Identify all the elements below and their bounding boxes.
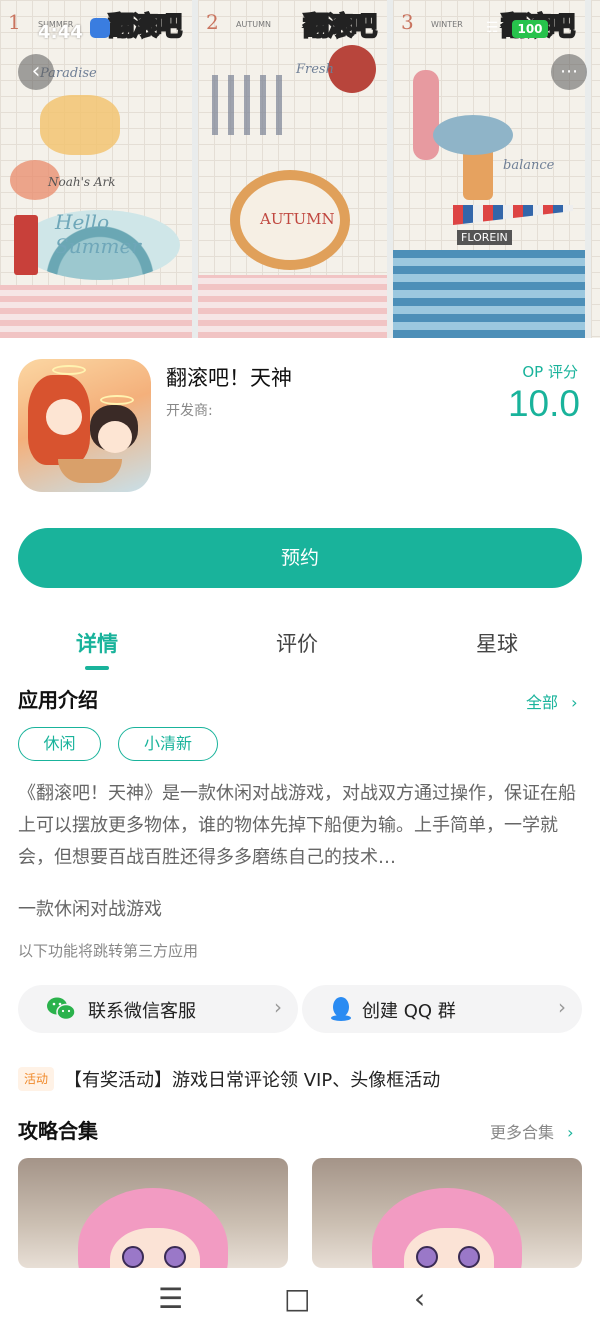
app-brief: 一款休闲对战游戏 <box>18 899 162 920</box>
art-caption: FLOREIN <box>457 230 512 245</box>
game-logo: 翻滚吧 <box>107 11 183 43</box>
intro-title: 应用介绍 <box>18 688 98 712</box>
reserve-button[interactable]: 预约 <box>18 528 582 588</box>
back-icon[interactable]: ‹ <box>414 1282 425 1315</box>
halo-art <box>52 365 86 375</box>
guides-title: 攻略合集 <box>18 1119 98 1143</box>
ocean-art <box>393 250 585 338</box>
chevron-right-icon: › <box>274 995 282 1019</box>
flower-art <box>328 45 376 93</box>
screenshot-season: AUTUMN <box>236 20 271 29</box>
home-icon[interactable]: □ <box>284 1282 310 1315</box>
app-score: 10.0 <box>507 383 580 424</box>
menu-icon[interactable]: ☰ <box>158 1282 183 1315</box>
intro-all-label: 全部 <box>526 693 559 712</box>
art-caption: AUTUMN <box>260 210 335 228</box>
character-eye-art <box>122 1246 144 1268</box>
feather-art <box>212 75 282 135</box>
chevron-right-icon: › <box>571 693 578 712</box>
wifi-icon: ☴ <box>486 20 499 36</box>
character-eye-art <box>416 1246 438 1268</box>
create-qq-group-button[interactable]: 创建 QQ 群 › <box>302 985 582 1033</box>
tab-planet[interactable]: 星球 <box>437 628 557 658</box>
angel-face-art <box>46 399 82 435</box>
art-caption: Hello Summer <box>55 210 141 258</box>
tab-details[interactable]: 详情 <box>37 628 157 658</box>
flamingo-art <box>413 70 439 160</box>
tag-casual[interactable]: 休闲 <box>18 727 101 761</box>
chevron-right-icon: › <box>558 995 566 1019</box>
guide-card[interactable] <box>18 1158 288 1268</box>
art-caption: balance <box>503 158 555 173</box>
tab-indicator <box>85 666 109 670</box>
screenshot-3[interactable]: 3 WINTER 翻滚吧 balance FLOREIN <box>393 0 585 338</box>
paper-strip-art <box>198 275 387 338</box>
more-icon: ⋯ <box>560 61 578 82</box>
create-qq-group-label: 创建 QQ 群 <box>362 1001 456 1022</box>
sun-art <box>40 95 120 155</box>
guide-card[interactable] <box>312 1158 582 1268</box>
tag-fresh[interactable]: 小清新 <box>118 727 218 761</box>
whale-art <box>433 115 513 155</box>
screenshot-number: 3 <box>401 10 414 34</box>
screenshot-gallery[interactable]: 1 SUMMER 翻滚吧 Paradise Noah's Ark Hello S… <box>0 0 600 338</box>
screenshot-1[interactable]: 1 SUMMER 翻滚吧 Paradise Noah's Ark Hello S… <box>0 0 192 338</box>
screenshot-4-partial[interactable] <box>591 0 600 338</box>
status-time: 4:44 <box>38 22 83 43</box>
bunting-art <box>453 205 573 225</box>
character-eye-art <box>164 1246 186 1268</box>
intro-all-link[interactable]: 全部 › <box>526 689 578 713</box>
character-eye-art <box>458 1246 480 1268</box>
system-navigation-bar: ☰ □ ‹ <box>0 1268 600 1333</box>
app-name: 翻滚吧！天神 <box>166 366 292 390</box>
tab-reviews[interactable]: 评价 <box>237 628 357 658</box>
wechat-icon <box>46 996 76 1022</box>
screenshot-2[interactable]: 2 AUTUMN 翻滚吧 AUTUMN Fresh <box>198 0 387 338</box>
more-button[interactable]: ⋯ <box>551 54 587 90</box>
developer-label: 开发商: <box>166 403 213 419</box>
chevron-left-icon: ‹ <box>31 59 41 84</box>
screenshot-season: WINTER <box>431 20 463 29</box>
qq-penguin-icon <box>330 995 352 1023</box>
mail-icon <box>90 18 110 38</box>
wechat-service-label: 联系微信客服 <box>88 1001 196 1022</box>
game-logo: 翻滚吧 <box>302 11 378 43</box>
phone-booth-art <box>14 215 38 275</box>
art-caption: Noah's Ark <box>48 175 116 189</box>
battery-icon: 100 <box>512 20 548 38</box>
score-label: OP 评分 <box>522 363 578 381</box>
app-detail-page: 1 SUMMER 翻滚吧 Paradise Noah's Ark Hello S… <box>0 0 600 1333</box>
paper-strip-art <box>0 285 192 338</box>
chevron-right-icon: › <box>567 1123 574 1142</box>
art-caption: Fresh <box>296 62 334 77</box>
back-button[interactable]: ‹ <box>18 54 54 90</box>
boy-face-art <box>98 421 132 453</box>
activity-link[interactable]: 【有奖活动】游戏日常评论领 VIP、头像框活动 <box>64 1066 440 1092</box>
app-icon <box>18 359 151 492</box>
app-description: 《翻滚吧！天神》是一款休闲对战游戏，对战双方通过操作，保证在船上可以摆放更多物体… <box>18 783 576 868</box>
more-guides-label: 更多合集 <box>490 1123 555 1142</box>
bowl-art <box>58 459 122 483</box>
third-party-note: 以下功能将跳转第三方应用 <box>18 942 199 960</box>
halo-art <box>100 395 134 405</box>
more-guides-link[interactable]: 更多合集 › <box>490 1119 574 1143</box>
screenshot-number: 2 <box>206 10 219 34</box>
wechat-service-button[interactable]: 联系微信客服 › <box>18 985 298 1033</box>
screenshot-number: 1 <box>8 10 21 34</box>
activity-badge: 活动 <box>18 1067 54 1091</box>
